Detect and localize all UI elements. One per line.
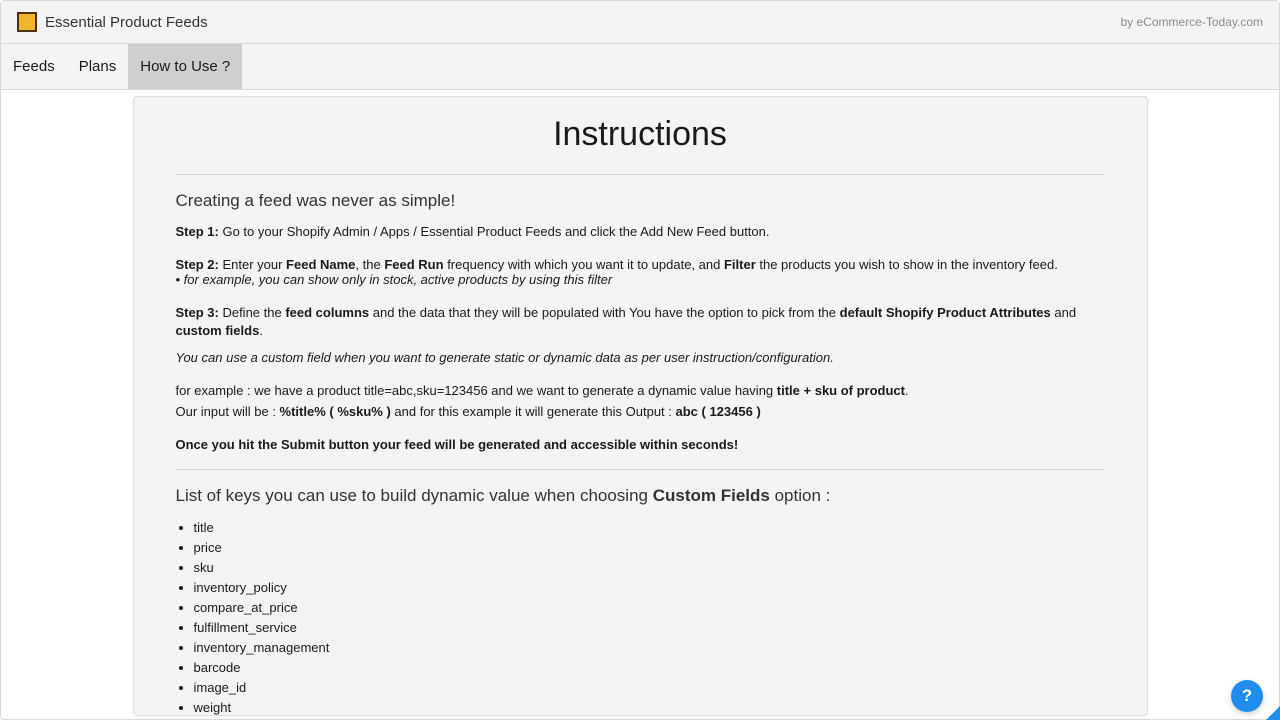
step-1-text: Go to your Shopify Admin / Apps / Essent… <box>219 224 770 239</box>
tab-plans[interactable]: Plans <box>67 44 129 89</box>
divider <box>176 174 1105 175</box>
step-2-text-a: Enter your <box>219 257 286 272</box>
step-3-text-d: . <box>259 323 263 338</box>
step-1: Step 1: Go to your Shopify Admin / Apps … <box>176 223 1105 242</box>
input-a: Our input will be : <box>176 404 280 419</box>
keys-head-bold: Custom Fields <box>653 486 770 505</box>
step-3-label: Step 3: <box>176 305 219 320</box>
key-item: image_id <box>194 680 1105 695</box>
key-item: weight <box>194 700 1105 715</box>
step-3-custom: custom fields <box>176 323 260 338</box>
example-bold: title + sku of product <box>777 383 905 398</box>
step-1-label: Step 1: <box>176 224 219 239</box>
app-header: Essential Product Feeds by eCommerce-Tod… <box>1 1 1279 43</box>
help-icon: ? <box>1242 686 1252 706</box>
key-item: price <box>194 540 1105 555</box>
custom-input-output: Our input will be : %title% ( %sku% ) an… <box>176 403 1105 422</box>
step-2-text-c: frequency with which you want it to upda… <box>444 257 724 272</box>
key-item: barcode <box>194 660 1105 675</box>
input-b: and for this example it will generate th… <box>391 404 676 419</box>
submit-note-text: Once you hit the Submit button your feed… <box>176 437 739 452</box>
step-2-text-d: the products you wish to show in the inv… <box>756 257 1058 272</box>
key-item: fulfillment_service <box>194 620 1105 635</box>
keys-list: title price sku inventory_policy compare… <box>176 520 1105 716</box>
custom-example: for example : we have a product title=ab… <box>176 382 1105 401</box>
step-3-text-b: and the data that they will be populated… <box>369 305 840 320</box>
key-item: compare_at_price <box>194 600 1105 615</box>
step-2-text-b: , the <box>355 257 384 272</box>
input-bold: %title% ( %sku% ) <box>280 404 391 419</box>
custom-note: You can use a custom field when you want… <box>176 349 1105 368</box>
step-2-feedrun: Feed Run <box>384 257 443 272</box>
key-item: inventory_policy <box>194 580 1105 595</box>
app-title: Essential Product Feeds <box>45 14 208 31</box>
key-item: title <box>194 520 1105 535</box>
step-3-feedcols: feed columns <box>285 305 369 320</box>
content-area: Instructions Creating a feed was never a… <box>1 90 1279 716</box>
subheading: Creating a feed was never as simple! <box>176 191 1105 211</box>
keys-heading: List of keys you can use to build dynami… <box>176 486 1105 506</box>
app-header-left: Essential Product Feeds <box>17 12 208 32</box>
tab-bar: Feeds Plans How to Use ? <box>1 43 1279 90</box>
step-2-filter: Filter <box>724 257 756 272</box>
divider-2 <box>176 469 1105 470</box>
example-b: . <box>905 383 909 398</box>
step-3-text-a: Define the <box>219 305 286 320</box>
app-icon <box>17 12 37 32</box>
step-2-feedname: Feed Name <box>286 257 355 272</box>
app-byline: by eCommerce-Today.com <box>1121 15 1264 29</box>
submit-note: Once you hit the Submit button your feed… <box>176 436 1105 455</box>
key-item: inventory_management <box>194 640 1105 655</box>
step-3: Step 3: Define the feed columns and the … <box>176 304 1105 342</box>
page-title: Instructions <box>176 115 1105 154</box>
keys-head-a: List of keys you can use to build dynami… <box>176 486 653 505</box>
step-3-default: default Shopify Product Attributes <box>840 305 1051 320</box>
instructions-panel: Instructions Creating a feed was never a… <box>133 96 1148 716</box>
key-item: sku <box>194 560 1105 575</box>
example-a: for example : we have a product title=ab… <box>176 383 777 398</box>
help-button[interactable]: ? <box>1231 680 1263 712</box>
step-3-text-c: and <box>1051 305 1076 320</box>
output-bold: abc ( 123456 ) <box>676 404 761 419</box>
step-2-label: Step 2: <box>176 257 219 272</box>
tab-how-to-use[interactable]: How to Use ? <box>128 44 242 89</box>
tab-feeds[interactable]: Feeds <box>1 44 67 89</box>
keys-head-b: option : <box>770 486 831 505</box>
